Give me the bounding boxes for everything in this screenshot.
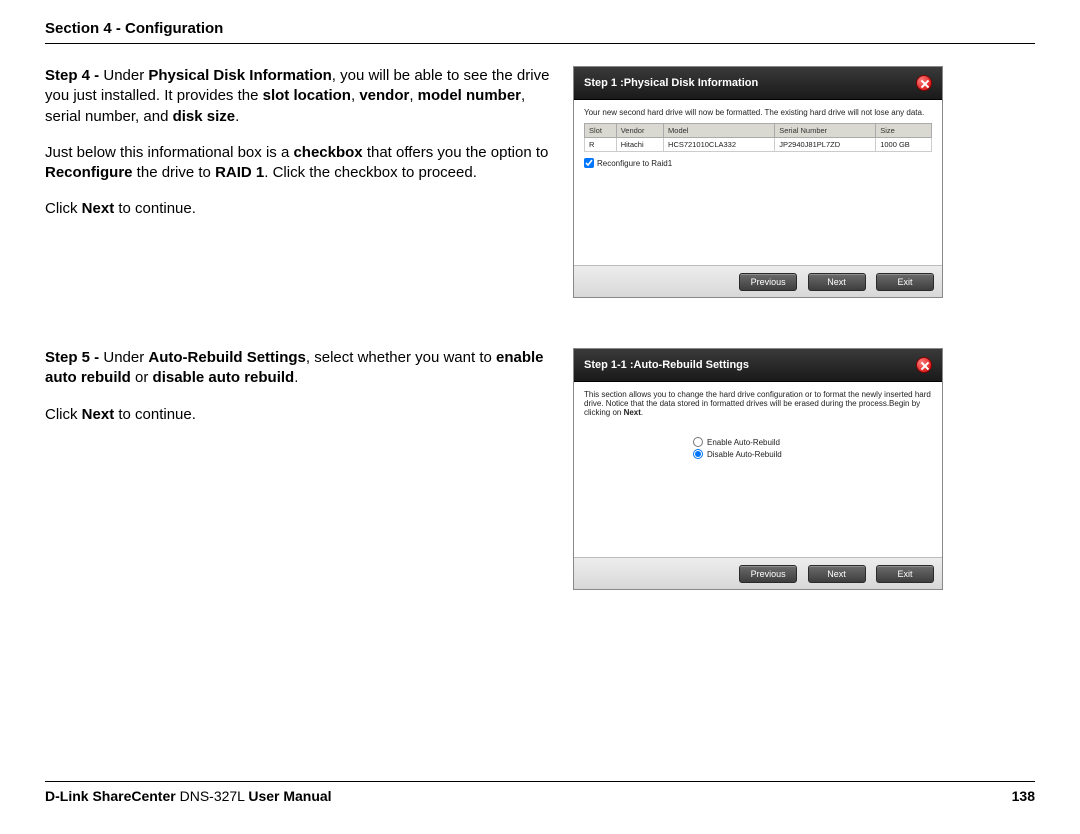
step4-row: Step 4 - Under Physical Disk Information… [45,66,1035,298]
previous-button[interactable]: Previous [739,273,797,291]
close-icon[interactable] [916,75,932,91]
disk-table: Slot Vendor Model Serial Number Size R H… [584,123,932,152]
exit-button[interactable]: Exit [876,565,934,583]
th-slot: Slot [585,124,617,138]
exit-button[interactable]: Exit [876,273,934,291]
panel-desc: Your new second hard drive will now be f… [584,108,932,117]
disable-auto-rebuild-label: Disable Auto-Rebuild [707,450,782,459]
panel-title: Step 1-1 :Auto-Rebuild Settings [584,359,749,371]
panel-step1: Step 1 :Physical Disk Information Your n… [573,66,943,298]
panel-desc: This section allows you to change the ha… [584,390,932,417]
table-header-row: Slot Vendor Model Serial Number Size [585,124,932,138]
enable-auto-rebuild-radio[interactable] [693,437,703,447]
previous-button[interactable]: Previous [739,565,797,583]
th-serial: Serial Number [775,124,876,138]
next-button[interactable]: Next [808,565,866,583]
step5-label: Step 5 - [45,349,103,366]
section-header: Section 4 - Configuration [45,20,1035,44]
next-button[interactable]: Next [808,273,866,291]
step5-row: Step 5 - Under Auto-Rebuild Settings, se… [45,348,1035,590]
reconfigure-checkbox[interactable] [584,158,594,168]
panel-step1-1: Step 1-1 :Auto-Rebuild Settings This sec… [573,348,943,590]
th-size: Size [876,124,932,138]
page-number: 138 [1012,788,1035,804]
reconfigure-label: Reconfigure to Raid1 [597,159,672,168]
close-icon[interactable] [916,357,932,373]
th-model: Model [664,124,775,138]
panel-title: Step 1 :Physical Disk Information [584,77,758,89]
enable-auto-rebuild-label: Enable Auto-Rebuild [707,438,780,447]
th-vendor: Vendor [616,124,663,138]
step4-label: Step 4 - [45,67,103,84]
step5-text: Step 5 - Under Auto-Rebuild Settings, se… [45,348,555,590]
disable-auto-rebuild-radio[interactable] [693,449,703,459]
page-footer: D-Link ShareCenter DNS-327L User Manual … [45,781,1035,804]
table-row: R Hitachi HCS721010CLA332 JP2940J81PL7ZD… [585,138,932,152]
step4-text: Step 4 - Under Physical Disk Information… [45,66,555,298]
